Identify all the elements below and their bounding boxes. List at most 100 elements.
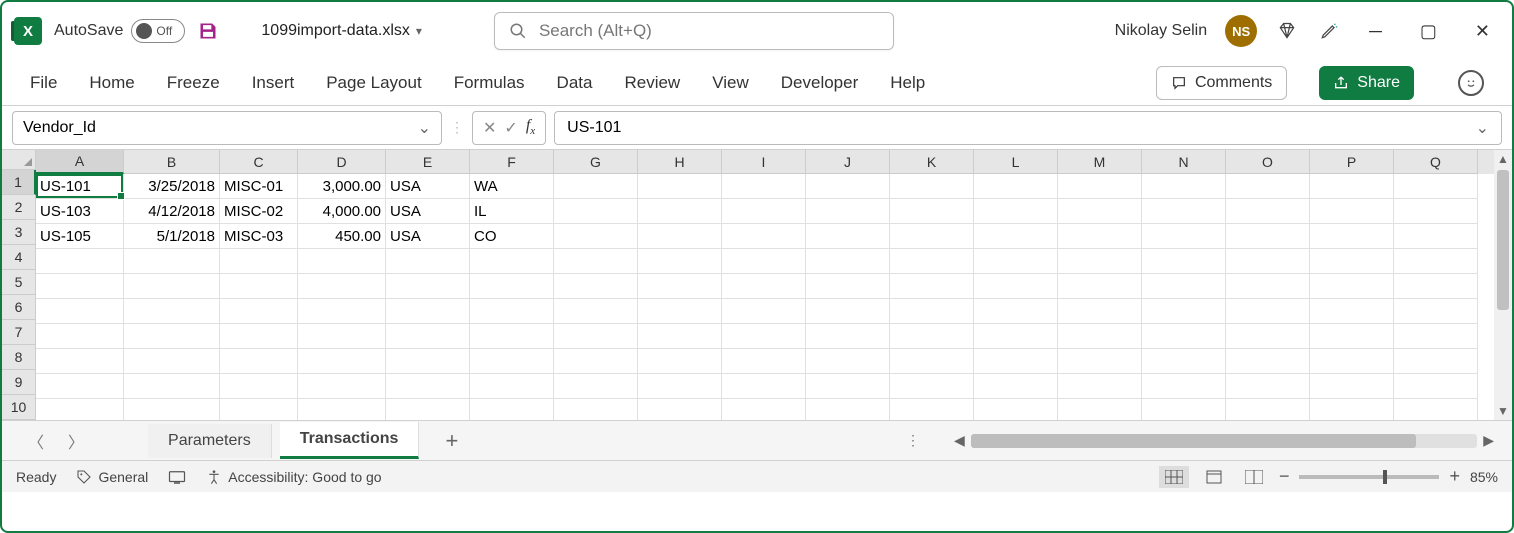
cell[interactable] bbox=[1226, 399, 1310, 420]
cell[interactable] bbox=[722, 349, 806, 374]
cell[interactable] bbox=[36, 324, 124, 349]
cell[interactable] bbox=[124, 249, 220, 274]
cell[interactable] bbox=[890, 224, 974, 249]
cell[interactable]: 5/1/2018 bbox=[124, 224, 220, 249]
cell[interactable] bbox=[890, 349, 974, 374]
column-header[interactable]: H bbox=[638, 150, 722, 174]
add-sheet-button[interactable]: + bbox=[427, 428, 476, 454]
cell[interactable] bbox=[36, 399, 124, 420]
cell[interactable] bbox=[554, 349, 638, 374]
cell[interactable] bbox=[554, 299, 638, 324]
chevron-down-icon[interactable]: ⌄ bbox=[1476, 118, 1489, 138]
cell[interactable] bbox=[36, 374, 124, 399]
cell[interactable] bbox=[1310, 174, 1394, 199]
filename-dropdown[interactable]: 1099import-data.xlsx ▾ bbox=[261, 22, 422, 40]
cell[interactable]: US-101 bbox=[36, 174, 124, 199]
tab-view[interactable]: View bbox=[712, 73, 749, 93]
minimize-button[interactable]: ─ bbox=[1359, 17, 1392, 46]
cell[interactable] bbox=[386, 249, 470, 274]
cell[interactable] bbox=[638, 249, 722, 274]
sheet-tab-transactions[interactable]: Transactions bbox=[280, 422, 420, 459]
close-button[interactable]: ✕ bbox=[1465, 17, 1500, 46]
cell[interactable] bbox=[386, 324, 470, 349]
select-all-corner[interactable] bbox=[2, 150, 36, 170]
cell[interactable] bbox=[554, 399, 638, 420]
cell[interactable] bbox=[974, 274, 1058, 299]
column-header[interactable]: O bbox=[1226, 150, 1310, 174]
cell[interactable]: MISC-01 bbox=[220, 174, 298, 199]
cell[interactable] bbox=[1058, 299, 1142, 324]
cell[interactable] bbox=[806, 299, 890, 324]
worksheet-grid[interactable]: 12345678910 ABCDEFGHIJKLMNOPQ US-1013/25… bbox=[2, 150, 1512, 420]
cell[interactable]: CO bbox=[470, 224, 554, 249]
cell[interactable] bbox=[1142, 249, 1226, 274]
cell[interactable] bbox=[1058, 249, 1142, 274]
cell[interactable] bbox=[974, 324, 1058, 349]
cell[interactable] bbox=[890, 174, 974, 199]
cell[interactable] bbox=[124, 399, 220, 420]
cell[interactable] bbox=[470, 374, 554, 399]
enter-icon[interactable]: ✓ bbox=[504, 118, 517, 138]
cell[interactable] bbox=[974, 249, 1058, 274]
cell[interactable] bbox=[1142, 374, 1226, 399]
column-header[interactable]: G bbox=[554, 150, 638, 174]
cell[interactable] bbox=[1226, 274, 1310, 299]
cell[interactable] bbox=[722, 399, 806, 420]
cell[interactable] bbox=[1310, 199, 1394, 224]
cell[interactable] bbox=[124, 274, 220, 299]
column-header[interactable]: K bbox=[890, 150, 974, 174]
cell[interactable] bbox=[638, 199, 722, 224]
hscroll-thumb[interactable] bbox=[971, 434, 1417, 448]
cell[interactable] bbox=[638, 174, 722, 199]
cell[interactable] bbox=[220, 249, 298, 274]
cell[interactable] bbox=[1058, 399, 1142, 420]
cell[interactable] bbox=[1226, 374, 1310, 399]
cell[interactable] bbox=[124, 349, 220, 374]
cell[interactable] bbox=[1142, 324, 1226, 349]
cell[interactable]: USA bbox=[386, 174, 470, 199]
cell[interactable] bbox=[470, 249, 554, 274]
cell[interactable] bbox=[806, 399, 890, 420]
cell[interactable] bbox=[554, 324, 638, 349]
cell[interactable] bbox=[298, 399, 386, 420]
column-header[interactable]: N bbox=[1142, 150, 1226, 174]
cell[interactable]: 3,000.00 bbox=[298, 174, 386, 199]
row-header[interactable]: 6 bbox=[2, 295, 36, 320]
tab-data[interactable]: Data bbox=[557, 73, 593, 93]
cell[interactable] bbox=[722, 324, 806, 349]
cell[interactable] bbox=[124, 299, 220, 324]
cell[interactable] bbox=[1394, 324, 1478, 349]
cell[interactable] bbox=[554, 274, 638, 299]
cell[interactable] bbox=[806, 224, 890, 249]
cell[interactable] bbox=[36, 249, 124, 274]
cell[interactable] bbox=[1226, 349, 1310, 374]
cell[interactable] bbox=[36, 299, 124, 324]
cells-area[interactable]: US-1013/25/2018MISC-013,000.00USAWAUS-10… bbox=[36, 174, 1512, 420]
cell[interactable] bbox=[298, 374, 386, 399]
cell[interactable]: US-105 bbox=[36, 224, 124, 249]
cell[interactable] bbox=[470, 324, 554, 349]
cell[interactable]: IL bbox=[470, 199, 554, 224]
cell[interactable] bbox=[386, 274, 470, 299]
cell[interactable]: US-103 bbox=[36, 199, 124, 224]
display-settings-icon[interactable] bbox=[168, 469, 186, 485]
zoom-out-button[interactable]: − bbox=[1279, 466, 1290, 487]
cell[interactable] bbox=[722, 299, 806, 324]
cell[interactable] bbox=[554, 199, 638, 224]
cell[interactable] bbox=[722, 224, 806, 249]
row-header[interactable]: 8 bbox=[2, 345, 36, 370]
cell[interactable] bbox=[1058, 174, 1142, 199]
cell[interactable] bbox=[1310, 374, 1394, 399]
cell[interactable] bbox=[298, 299, 386, 324]
cell[interactable] bbox=[220, 274, 298, 299]
zoom-thumb[interactable] bbox=[1383, 470, 1387, 484]
cell[interactable] bbox=[1394, 174, 1478, 199]
cell[interactable] bbox=[890, 324, 974, 349]
tab-developer[interactable]: Developer bbox=[781, 73, 859, 93]
autosave-toggle[interactable]: Off bbox=[131, 19, 185, 43]
column-header[interactable]: A bbox=[36, 150, 124, 174]
column-header[interactable]: M bbox=[1058, 150, 1142, 174]
cell[interactable] bbox=[974, 174, 1058, 199]
cell[interactable] bbox=[1394, 349, 1478, 374]
cell[interactable] bbox=[220, 374, 298, 399]
